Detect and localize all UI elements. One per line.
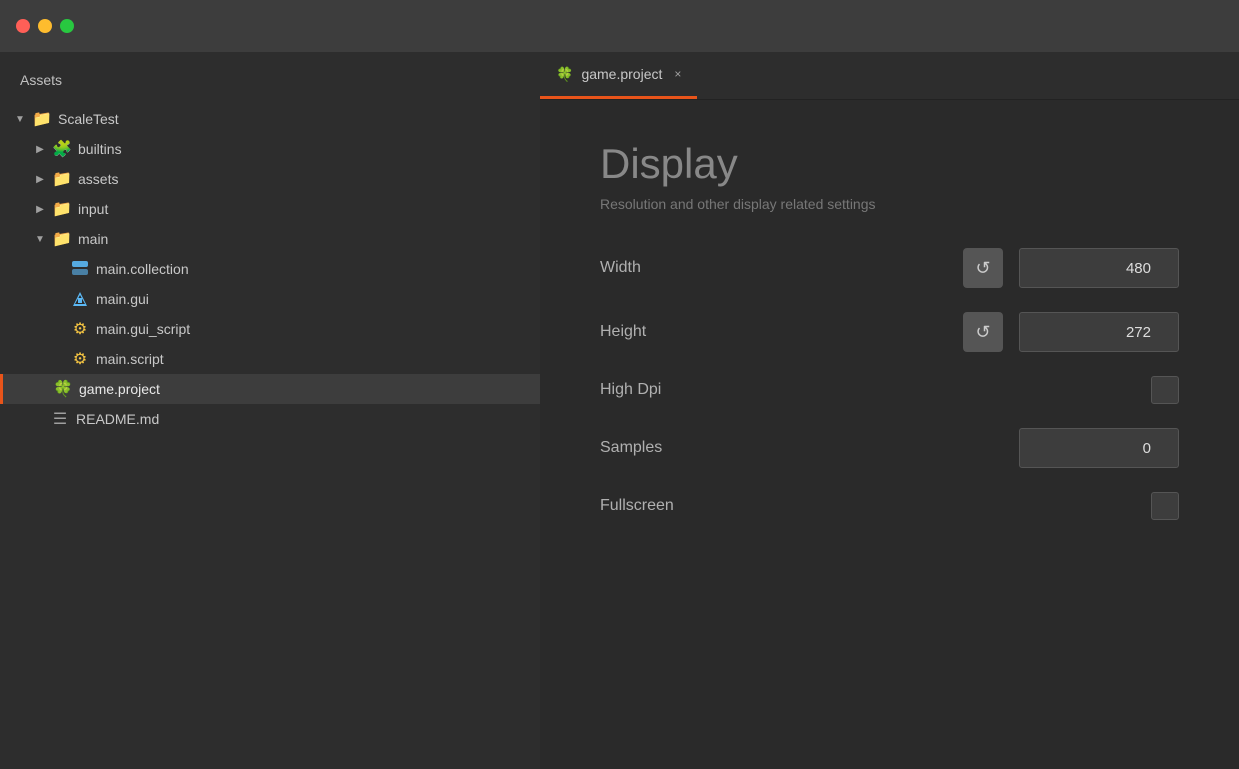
tree-item-assets[interactable]: ▶📁 assets	[0, 164, 540, 194]
tree-label-readme: README.md	[76, 411, 159, 427]
icon-readme: ☰	[50, 409, 70, 429]
tree-label-main: main	[78, 231, 108, 247]
tree-label-game-project: game.project	[79, 381, 160, 397]
settings-row-high-dpi: High Dpi	[600, 376, 1179, 404]
tree-label-main-script: main.script	[96, 351, 164, 367]
tree-item-main-gui-script[interactable]: ⚙ main.gui_script	[0, 314, 540, 344]
tree-item-builtins[interactable]: ▶🧩 builtins	[0, 134, 540, 164]
label-width: Width	[600, 259, 800, 277]
settings-fields: Width ↺ Height ↺ High Dpi Samples Fullscreen	[600, 248, 1179, 520]
tree-item-readme[interactable]: ☰ README.md	[0, 404, 540, 434]
settings-row-width: Width ↺	[600, 248, 1179, 288]
icon-main-collection	[70, 259, 90, 279]
icon-main-script: ⚙	[70, 349, 90, 369]
minimize-button[interactable]	[38, 19, 52, 33]
icon-scaletest: 📁	[32, 109, 52, 129]
tree-item-main-script[interactable]: ⚙ main.script	[0, 344, 540, 374]
checkbox-fullscreen[interactable]	[1151, 492, 1179, 520]
settings-row-height: Height ↺	[600, 312, 1179, 352]
icon-game-project: 🍀	[53, 379, 73, 399]
close-button[interactable]	[16, 19, 30, 33]
icon-main-gui	[70, 289, 90, 309]
tree-arrow-scaletest[interactable]: ▼	[10, 109, 30, 129]
tree-item-input[interactable]: ▶📁 input	[0, 194, 540, 224]
section-subtitle: Resolution and other display related set…	[600, 196, 1179, 212]
icon-assets: 📁	[52, 169, 72, 189]
tree-label-assets: assets	[78, 171, 118, 187]
label-fullscreen: Fullscreen	[600, 497, 800, 515]
reset-height-button[interactable]: ↺	[963, 312, 1003, 352]
input-height[interactable]	[1019, 312, 1179, 352]
tab-label: game.project	[581, 66, 662, 82]
input-width[interactable]	[1019, 248, 1179, 288]
input-samples[interactable]	[1019, 428, 1179, 468]
reset-width-button[interactable]: ↺	[963, 248, 1003, 288]
tree-label-main-gui: main.gui	[96, 291, 149, 307]
tree-item-main[interactable]: ▼📁 main	[0, 224, 540, 254]
settings-row-samples: Samples	[600, 428, 1179, 468]
icon-input: 📁	[52, 199, 72, 219]
tab-close-button[interactable]: ×	[674, 67, 681, 81]
tab-icon: 🍀	[556, 66, 573, 83]
main-layout: Assets ▼📁ScaleTest▶🧩builtins▶📁assets▶📁in…	[0, 52, 1239, 769]
tree-item-main-collection[interactable]: main.collection	[0, 254, 540, 284]
tree-arrow-input[interactable]: ▶	[30, 199, 50, 219]
tree-label-input: input	[78, 201, 108, 217]
sidebar-title: Assets	[0, 64, 540, 104]
maximize-button[interactable]	[60, 19, 74, 33]
section-title: Display	[600, 140, 1179, 188]
settings-row-fullscreen: Fullscreen	[600, 492, 1179, 520]
icon-main: 📁	[52, 229, 72, 249]
tree-item-scaletest[interactable]: ▼📁 ScaleTest	[0, 104, 540, 134]
icon-builtins: 🧩	[52, 139, 72, 159]
right-panel: 🍀 game.project × Display Resolution and …	[540, 52, 1239, 769]
tree-label-scaletest: ScaleTest	[58, 111, 119, 127]
sidebar: Assets ▼📁ScaleTest▶🧩builtins▶📁assets▶📁in…	[0, 52, 540, 769]
tab-game-project[interactable]: 🍀 game.project ×	[540, 52, 697, 99]
tree-label-main-collection: main.collection	[96, 261, 189, 277]
tree-arrow-main[interactable]: ▼	[30, 229, 50, 249]
tab-bar: 🍀 game.project ×	[540, 52, 1239, 100]
icon-main-gui-script: ⚙	[70, 319, 90, 339]
content-area: Display Resolution and other display rel…	[540, 100, 1239, 769]
label-high-dpi: High Dpi	[600, 381, 800, 399]
label-samples: Samples	[600, 439, 800, 457]
tree-arrow-builtins[interactable]: ▶	[30, 139, 50, 159]
tree-label-builtins: builtins	[78, 141, 122, 157]
label-height: Height	[600, 323, 800, 341]
tree-item-game-project[interactable]: 🍀 game.project	[0, 374, 540, 404]
file-tree: ▼📁ScaleTest▶🧩builtins▶📁assets▶📁input▼📁ma…	[0, 104, 540, 434]
checkbox-high-dpi[interactable]	[1151, 376, 1179, 404]
tree-item-main-gui[interactable]: main.gui	[0, 284, 540, 314]
tree-label-main-gui-script: main.gui_script	[96, 321, 190, 337]
titlebar	[0, 0, 1239, 52]
tree-arrow-assets[interactable]: ▶	[30, 169, 50, 189]
